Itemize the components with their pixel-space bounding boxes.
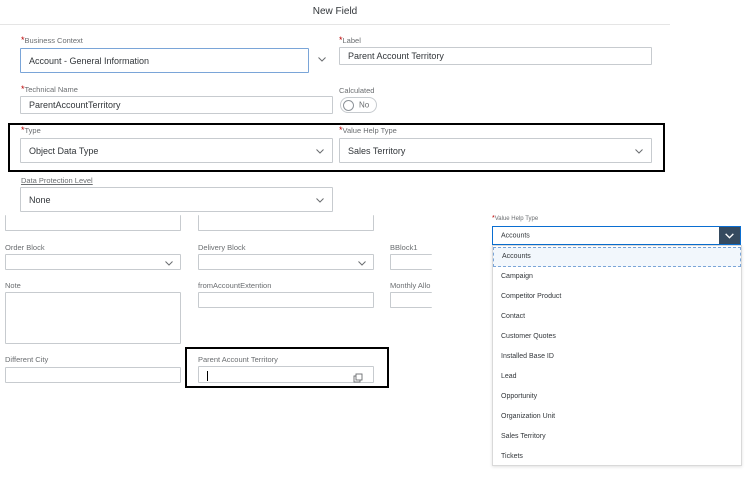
label-field-label: *Label bbox=[339, 36, 361, 46]
popup-value-help-type-input[interactable]: Accounts bbox=[492, 226, 741, 245]
copy-icon[interactable] bbox=[353, 370, 363, 383]
calculated-label: Calculated bbox=[339, 86, 375, 95]
type-value: Object Data Type bbox=[29, 145, 99, 156]
value-help-type-dropdown-list: Accounts Campaign Competitor Product Con… bbox=[492, 245, 742, 466]
calculated-toggle-text: No bbox=[359, 100, 370, 110]
dropdown-option-tickets[interactable]: Tickets bbox=[493, 447, 741, 467]
delivery-block-select[interactable] bbox=[198, 254, 374, 270]
data-protection-select[interactable]: None bbox=[20, 187, 333, 212]
delivery-block-label: Delivery Block bbox=[198, 243, 246, 252]
value-help-type-label-text: Value Help Type bbox=[342, 126, 397, 135]
technical-name-label: *Technical Name bbox=[21, 85, 78, 95]
chevron-down-icon bbox=[357, 258, 367, 268]
label-field-label-text: Label bbox=[342, 36, 361, 45]
monthly-allo-input[interactable] bbox=[390, 292, 432, 308]
business-context-select[interactable]: Account - General Information bbox=[20, 48, 309, 73]
value-help-type-label: *Value Help Type bbox=[339, 126, 397, 136]
chevron-down-icon bbox=[315, 195, 325, 205]
dropdown-option-sales-territory[interactable]: Sales Territory bbox=[493, 427, 741, 447]
bblock1-label: BBlock1 bbox=[390, 243, 418, 252]
data-protection-value: None bbox=[29, 194, 51, 205]
dropdown-option-opportunity[interactable]: Opportunity bbox=[493, 387, 741, 407]
business-context-label-text: Business Context bbox=[24, 36, 83, 45]
dropdown-arrow-button[interactable] bbox=[719, 227, 740, 244]
value-help-type-value: Sales Territory bbox=[348, 145, 406, 156]
dropdown-option-competitor-product[interactable]: Competitor Product bbox=[493, 287, 741, 307]
from-account-extention-input[interactable] bbox=[198, 292, 374, 308]
note-textarea[interactable] bbox=[5, 292, 181, 344]
dialog-title: New Field bbox=[312, 6, 358, 17]
from-account-extention-label: fromAccountExtention bbox=[198, 281, 272, 290]
dropdown-option-contact[interactable]: Contact bbox=[493, 307, 741, 327]
background-input-top-left[interactable] bbox=[5, 215, 181, 231]
note-label: Note bbox=[5, 281, 21, 290]
parent-account-territory-input[interactable] bbox=[198, 366, 374, 383]
background-input-top-mid[interactable] bbox=[198, 215, 374, 231]
toggle-knob bbox=[343, 100, 354, 111]
type-select[interactable]: Object Data Type bbox=[20, 138, 333, 163]
technical-name-input[interactable]: ParentAccountTerritory bbox=[20, 96, 333, 114]
dropdown-option-accounts[interactable]: Accounts bbox=[493, 247, 741, 267]
type-label: *Type bbox=[21, 126, 41, 136]
different-city-input[interactable] bbox=[5, 367, 181, 383]
technical-name-label-text: Technical Name bbox=[24, 85, 78, 94]
dropdown-option-campaign[interactable]: Campaign bbox=[493, 267, 741, 287]
popup-value-help-type-label: *Value Help Type bbox=[492, 215, 538, 222]
text-cursor bbox=[207, 371, 208, 381]
data-protection-label[interactable]: Data Protection Level bbox=[21, 176, 93, 185]
parent-account-territory-label: Parent Account Territory bbox=[198, 355, 278, 364]
title-divider bbox=[0, 24, 670, 25]
different-city-label: Different City bbox=[5, 355, 49, 364]
chevron-down-icon bbox=[725, 233, 734, 239]
order-block-label: Order Block bbox=[5, 243, 45, 252]
label-value: Parent Account Territory bbox=[348, 51, 444, 61]
type-label-text: Type bbox=[24, 126, 41, 135]
dropdown-option-organization-unit[interactable]: Organization Unit bbox=[493, 407, 741, 427]
business-context-value: Account - General Information bbox=[29, 55, 150, 66]
dropdown-option-customer-quotes[interactable]: Customer Quotes bbox=[493, 327, 741, 347]
dropdown-option-installed-base-id[interactable]: Installed Base ID bbox=[493, 347, 741, 367]
order-block-select[interactable] bbox=[5, 254, 181, 270]
value-help-type-select[interactable]: Sales Territory bbox=[339, 138, 652, 163]
business-context-label: *Business Context bbox=[21, 36, 83, 46]
technical-name-value: ParentAccountTerritory bbox=[29, 100, 121, 110]
dropdown-option-lead[interactable]: Lead bbox=[493, 367, 741, 387]
popup-value-help-type-label-text: Value Help Type bbox=[494, 216, 539, 222]
popup-selected-value: Accounts bbox=[501, 232, 530, 239]
bblock1-input[interactable] bbox=[390, 254, 432, 270]
chevron-down-icon bbox=[315, 146, 325, 156]
chevron-down-icon bbox=[164, 258, 174, 268]
monthly-allo-label: Monthly Allo bbox=[390, 281, 431, 290]
label-input[interactable]: Parent Account Territory bbox=[339, 47, 652, 65]
chevron-down-icon[interactable] bbox=[317, 54, 327, 64]
calculated-toggle[interactable]: No bbox=[340, 97, 377, 113]
chevron-down-icon bbox=[634, 146, 644, 156]
